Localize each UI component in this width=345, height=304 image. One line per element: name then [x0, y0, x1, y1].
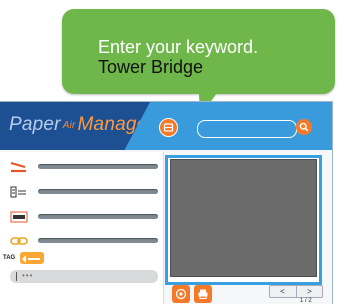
logo-paper: Paper: [9, 114, 61, 135]
link-slider[interactable]: [38, 238, 158, 243]
scan-button[interactable]: [159, 118, 178, 137]
app-logo: Paper Air Manager: [9, 114, 154, 136]
scanner-slider[interactable]: [38, 164, 158, 169]
ocr-slider[interactable]: [38, 214, 158, 219]
scan-icon: [163, 123, 174, 132]
email-button[interactable]: [172, 285, 190, 303]
ocr-icon: [6, 209, 32, 224]
filter-panel: TAG •••: [0, 152, 164, 304]
prev-page-button[interactable]: <: [270, 286, 295, 297]
paperair-manager-window: Paper Air Manager TAG ••• < > 1 / 2: [0, 101, 333, 304]
search-input[interactable]: [197, 120, 297, 138]
scanner-icon: [6, 159, 32, 174]
callout-keyword: Tower Bridge: [98, 57, 204, 77]
app-header: Paper Air Manager: [0, 102, 332, 150]
print-button[interactable]: [194, 285, 212, 303]
keyword-callout: Enter your keyword. Tower Bridge: [62, 9, 335, 94]
email-icon: [175, 288, 187, 300]
page-navigator: < >: [269, 285, 323, 298]
link-icon: [6, 233, 32, 248]
filter-row-ocr[interactable]: [4, 208, 160, 226]
tag-input[interactable]: •••: [10, 270, 158, 283]
tag-icon: [22, 255, 40, 263]
next-page-button[interactable]: >: [296, 286, 322, 297]
text-caret: [16, 272, 17, 281]
page-indicator: 1 / 2: [300, 298, 312, 304]
tag-input-value: •••: [22, 271, 34, 280]
print-icon: [198, 289, 208, 299]
logo-air: Air: [62, 120, 76, 131]
receipt-icon: [6, 184, 32, 199]
logo-plate: Paper Air Manager: [0, 102, 150, 150]
logo-manager: Manager: [77, 114, 154, 135]
stage: Enter your keyword. Tower Bridge Paper Ai…: [0, 0, 345, 304]
callout-instruction: Enter your keyword.: [98, 37, 259, 57]
filter-row-link[interactable]: [4, 232, 160, 250]
filter-row-receipt[interactable]: [4, 183, 160, 201]
search-button[interactable]: [296, 119, 312, 135]
tag-label: TAG: [3, 255, 16, 261]
filter-row-scanner[interactable]: [4, 158, 160, 176]
callout-text: Enter your keyword. Tower Bridge: [98, 37, 258, 77]
search-icon: [299, 122, 309, 132]
tag-chip[interactable]: [20, 252, 44, 264]
document-preview[interactable]: [170, 159, 317, 277]
receipt-slider[interactable]: [38, 189, 158, 194]
